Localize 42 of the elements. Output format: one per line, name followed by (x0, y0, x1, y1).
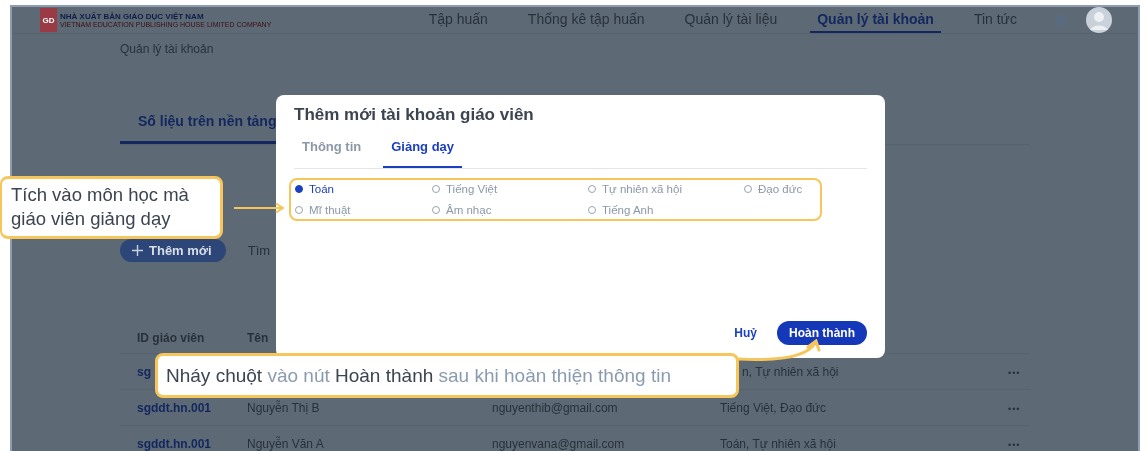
table-cell: Tiếng Việt, Đạo đức (720, 400, 827, 415)
book-logo-icon: GD (40, 8, 57, 32)
more-actions-button[interactable]: ••• (1008, 439, 1021, 450)
column-header: ID giáo viên (136, 331, 206, 345)
table-cell: n, Tự nhiên xã hội (742, 364, 839, 379)
callout-note: Nháy chuột vào nút Hoàn thành sau khi hoàn thiện thông tin (155, 353, 739, 398)
subject-radio[interactable]: Đạo đức (744, 183, 816, 195)
pointer-arrow (233, 202, 285, 214)
callout-note: Tích vào môn học mà giáo viên giảng dạy (0, 176, 223, 239)
add-new-button[interactable]: Thêm mới (120, 239, 226, 262)
table-cell: Nguyễn Thị B (247, 400, 320, 415)
teacher-id[interactable]: sgddt.hn.001 (137, 436, 211, 451)
subject-radio[interactable]: Mĩ thuật (295, 204, 432, 216)
modal-tab[interactable]: Giảng dạy (383, 139, 463, 168)
subject-radio[interactable]: Tiếng Việt (432, 183, 588, 195)
modal-title: Thêm mới tài khoản giáo viên (294, 105, 535, 125)
more-actions-button[interactable]: ••• (1008, 403, 1021, 414)
subject-radio[interactable]: Tiếng Anh (588, 204, 744, 216)
subject-radio[interactable]: Tự nhiên xã hội (588, 183, 744, 195)
subject-radio[interactable]: Toán (295, 183, 432, 195)
complete-button[interactable]: Hoàn thành (777, 321, 867, 345)
table-cell: Toán, Tự nhiên xã hội (720, 436, 836, 451)
breadcrumb: Quản lý tài khoản (120, 42, 215, 56)
nav-tab[interactable]: Tin tức (966, 7, 1024, 33)
table-cell: Nguyễn Văn A (247, 436, 324, 451)
nav-tab[interactable]: Quản lý tài liệu (677, 7, 785, 33)
teacher-id[interactable]: sgddt.hn.001 (137, 400, 211, 415)
column-header: Tên (247, 331, 270, 345)
nav-tab[interactable]: Tập huấn (421, 7, 495, 33)
avatar-icon[interactable] (1086, 7, 1112, 33)
search-label: Tìm (247, 243, 271, 258)
more-actions-button[interactable]: ••• (1008, 367, 1021, 378)
table-cell: nguyenthib@gmail.com (492, 400, 618, 415)
logo-title: NHÀ XUẤT BẢN GIÁO DỤC VIỆT NAM (60, 12, 205, 21)
nav-tab[interactable]: Quản lý tài khoản (810, 7, 941, 33)
table-cell: nguyenvana@gmail.com (492, 436, 625, 451)
teacher-id[interactable]: sg (137, 364, 151, 379)
subject-radio[interactable]: Âm nhạc (432, 204, 588, 216)
cancel-button[interactable]: Huỷ (734, 326, 757, 340)
modal-tab[interactable]: Thông tin (294, 139, 370, 168)
nav-tab[interactable]: Thống kê tập huấn (520, 7, 652, 33)
plus-icon (132, 245, 143, 256)
